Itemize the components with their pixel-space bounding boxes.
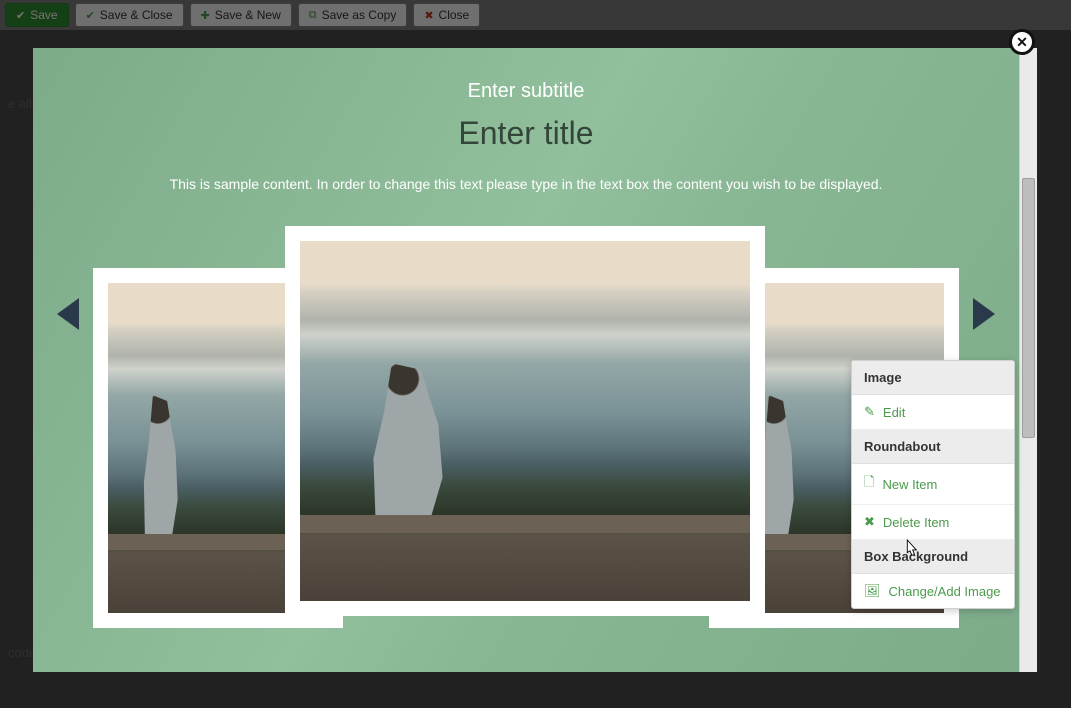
mouse-cursor (901, 538, 919, 560)
carousel-next-button[interactable] (973, 298, 995, 330)
context-new-label: New Item (882, 477, 937, 492)
context-item-new[interactable]: 🗋 New Item (852, 464, 1014, 505)
context-section-image: Image (852, 361, 1014, 395)
file-icon: 🗋 (864, 473, 874, 495)
image-icon: 🖼 (864, 583, 881, 599)
context-edit-label: Edit (883, 405, 905, 420)
context-change-image-label: Change/Add Image (889, 584, 1001, 599)
title-text[interactable]: Enter title (63, 115, 989, 152)
modal-scrollbar[interactable] (1019, 48, 1037, 672)
pencil-icon: ✎ (864, 404, 875, 420)
carousel-card-center[interactable] (285, 226, 765, 616)
context-menu: Image ✎ Edit Roundabout 🗋 New Item ✖ Del… (851, 360, 1015, 609)
context-delete-label: Delete Item (883, 515, 949, 530)
subtitle-text[interactable]: Enter subtitle (63, 80, 989, 103)
context-section-roundabout: Roundabout (852, 430, 1014, 464)
delete-icon: ✖ (864, 514, 875, 530)
description-text[interactable]: This is sample content. In order to chan… (63, 176, 989, 192)
context-section-box-bg: Box Background (852, 540, 1014, 574)
context-item-delete[interactable]: ✖ Delete Item (852, 505, 1014, 540)
modal-close-button[interactable]: ✕ (1009, 29, 1035, 55)
carousel-image (300, 241, 750, 601)
hero-section: Enter subtitle Enter title This is sampl… (33, 48, 1019, 218)
context-item-edit[interactable]: ✎ Edit (852, 395, 1014, 430)
carousel-prev-button[interactable] (57, 298, 79, 330)
close-icon: ✕ (1016, 34, 1028, 51)
scrollbar-thumb[interactable] (1022, 178, 1035, 438)
context-item-change-image[interactable]: 🖼 Change/Add Image (852, 574, 1014, 608)
